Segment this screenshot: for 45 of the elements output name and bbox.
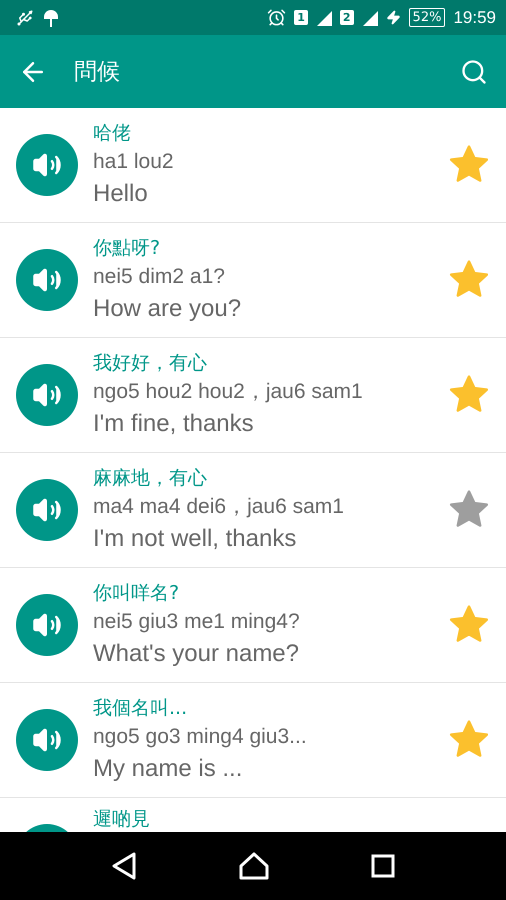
star-icon[interactable]	[448, 145, 490, 185]
jyutping-text: ngo5 go3 ming4 giu3...	[93, 724, 308, 750]
english-text: I'm not well, thanks	[93, 524, 298, 554]
phrase-row[interactable]: 哈佬 ha1 lou2 Hello	[0, 108, 506, 223]
phrase-row[interactable]: 我個名叫... ngo5 go3 ming4 giu3... My name is ...	[0, 683, 506, 798]
sim-badge: 1	[294, 10, 308, 25]
chinese-text: 遲啲見	[93, 807, 150, 832]
signal-icon	[316, 10, 332, 26]
chinese-text: 我個名叫...	[93, 696, 188, 721]
recents-icon[interactable]	[371, 854, 395, 878]
search-icon[interactable]	[460, 58, 488, 86]
usb-icon	[16, 8, 34, 26]
jyutping-text: ngo5 hou2 hou2，jau6 sam1	[93, 379, 364, 405]
star-icon[interactable]	[448, 605, 490, 645]
chinese-text: 麻麻地，有心	[93, 466, 208, 491]
english-text: My name is ...	[93, 754, 244, 784]
clock-time: 19:59	[453, 8, 496, 28]
screen-title: 問候	[74, 58, 121, 87]
jyutping-text: nei5 dim2 a1?	[93, 264, 226, 290]
chinese-text: 你點呀?	[93, 236, 162, 261]
signal-icon	[362, 10, 378, 26]
chinese-text: 我好好，有心	[93, 351, 208, 376]
english-text: I'm fine, thanks	[93, 409, 255, 439]
alarm-icon	[267, 8, 286, 27]
jyutping-text: ma4 ma4 dei6，jau6 sam1	[93, 494, 345, 520]
sim-badge: 2	[340, 10, 354, 25]
charging-icon	[386, 10, 401, 25]
jyutping-text: ha1 lou2	[93, 149, 175, 175]
star-icon[interactable]	[448, 375, 490, 415]
back-nav-icon[interactable]	[111, 852, 137, 880]
home-icon[interactable]	[239, 852, 269, 880]
star-icon[interactable]	[448, 260, 490, 300]
star-icon[interactable]	[448, 490, 490, 530]
jyutping-text: nei5 giu3 me1 ming4?	[93, 609, 301, 635]
phrase-row[interactable]: 麻麻地，有心 ma4 ma4 dei6，jau6 sam1 I'm not well, thanks	[0, 453, 506, 568]
battery-level: 52%	[408, 8, 446, 27]
chinese-text: 你叫咩名?	[93, 581, 180, 606]
english-text: How are you?	[93, 294, 242, 324]
star-icon[interactable]	[448, 720, 490, 760]
phrase-row[interactable]: 你點呀? nei5 dim2 a1? How are you?	[0, 223, 506, 338]
chinese-text: 哈佬	[93, 121, 132, 146]
english-text: Hello	[93, 179, 149, 209]
english-text: What's your name?	[93, 639, 300, 669]
phrase-row[interactable]: 我好好，有心 ngo5 hou2 hou2，jau6 sam1 I'm fine, thanks	[0, 338, 506, 453]
phrase-row[interactable]: 你叫咩名? nei5 giu3 me1 ming4? What's your name?	[0, 568, 506, 683]
